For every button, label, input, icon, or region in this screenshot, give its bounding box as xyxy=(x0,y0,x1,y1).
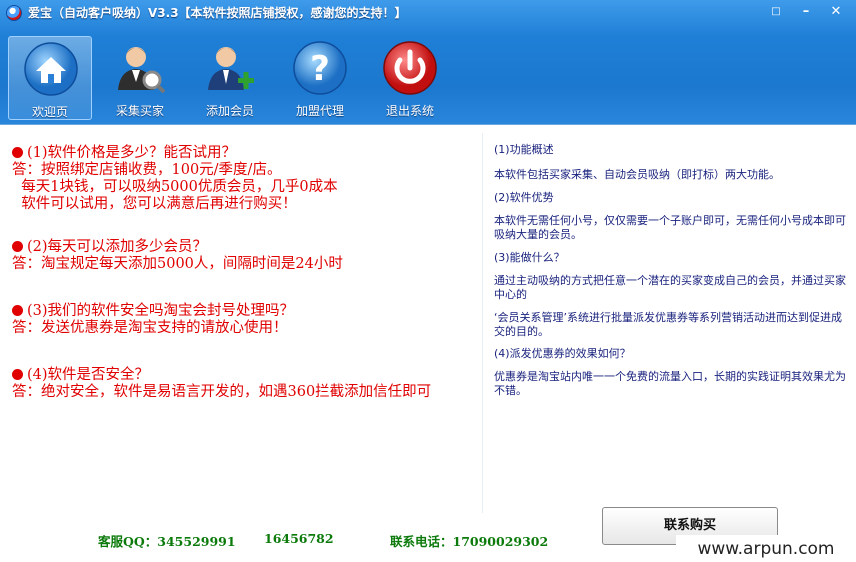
user-add-icon xyxy=(208,47,254,90)
close-button[interactable]: ✕ xyxy=(823,3,849,21)
info-heading: (4)派发优惠券的效果如何？ xyxy=(494,347,631,360)
toolbar-label: 添加会员 xyxy=(205,104,254,118)
bullet-icon xyxy=(12,305,23,316)
app-logo-icon xyxy=(6,5,22,21)
window-title: 爱宝（自动客户吸纳）V3.3【本软件按照店铺授权，感谢您的支持！】 xyxy=(28,6,407,20)
info-advantages: (2)软件优势 本软件无需任何小号，仅仅需要一个子账户即可，无需任何小号成本即可… xyxy=(494,191,850,242)
toolbar-label: 采集买家 xyxy=(115,104,164,118)
info-heading: (1)功能概述 xyxy=(494,143,554,156)
question-icon: ? xyxy=(293,41,347,95)
toolbar-label: 欢迎页 xyxy=(31,105,68,119)
qq-contact: 客服QQ：345529991 xyxy=(98,531,236,550)
faq-question: (4)软件是否安全？ xyxy=(27,367,150,383)
faq-item-daily-limit: (2)每天可以添加多少会员？ 答：淘宝规定每天添加5000人，间隔时间是24小时 xyxy=(12,239,482,273)
info-heading: (3)能做什么？ xyxy=(494,251,565,264)
qq-label: 客服QQ： xyxy=(98,534,158,549)
faq-item-software-safety: (4)软件是否安全？ 答：绝对安全，软件是易语言开发的，如遇360拦截添加信任即… xyxy=(12,367,482,401)
bullet-icon xyxy=(12,241,23,252)
qq-number-2: 16456782 xyxy=(264,531,334,546)
faq-item-price: (1)软件价格是多少？能否试用？ 答：按照绑定店铺收费，100元/季度/店。 每… xyxy=(12,145,482,213)
info-overview: (1)功能概述 本软件包括买家采集、自动会员吸纳（即打标）两大功能。 xyxy=(494,143,850,182)
bullet-icon xyxy=(12,147,23,158)
faq-answer: 每天1块钱，可以吸纳5000优质会员，几乎0成本 xyxy=(12,179,338,195)
info-coupon-effect: (4)派发优惠券的效果如何？ 优惠券是淘宝站内唯一一个免费的流量入口，长期的实践… xyxy=(494,347,850,398)
watermark: www.arpun.com xyxy=(676,535,856,562)
faq-item-account-safety: (3)我们的软件安全吗淘宝会封号处理吗？ 答：发送优惠券是淘宝支持的请放心使用！ xyxy=(12,303,482,337)
toolbar-join-agent[interactable]: ? 加盟代理 xyxy=(278,36,362,120)
toolbar-welcome[interactable]: 欢迎页 xyxy=(8,36,92,120)
info-capabilities: (3)能做什么？ 通过主动吸纳的方式把任意一个潜在的买家变成自己的会员，并通过买… xyxy=(494,251,850,302)
info-text: 本软件无需任何小号，仅仅需要一个子账户即可，无需任何小号成本即可吸纳大量的会员。 xyxy=(494,214,846,241)
faq-question: (1)软件价格是多少？能否试用？ xyxy=(27,145,237,161)
faq-answer: 答：按照绑定店铺收费，100元/季度/店。 xyxy=(12,162,282,178)
faq-question: (3)我们的软件安全吗淘宝会封号处理吗？ xyxy=(27,303,295,319)
svg-text:?: ? xyxy=(310,49,330,89)
toolbar-label: 加盟代理 xyxy=(295,104,344,118)
toolbar-collect-buyers[interactable]: 采集买家 xyxy=(98,36,182,120)
title-bar: 爱宝（自动客户吸纳）V3.3【本软件按照店铺授权，感谢您的支持！】 □ – ✕ xyxy=(0,0,856,26)
phone-number: 17090029302 xyxy=(452,534,549,549)
toolbar-exit[interactable]: 退出系统 xyxy=(368,36,452,120)
phone-label: 联系电话： xyxy=(390,534,453,549)
info-heading: (2)软件优势 xyxy=(494,191,554,204)
info-crm: ‘会员关系管理’系统进行批量派发优惠券等系列营销活动进而达到促进成交的目的。 xyxy=(494,311,850,339)
info-text: ‘会员关系管理’系统进行批量派发优惠券等系列营销活动进而达到促进成交的目的。 xyxy=(494,311,842,338)
faq-answer: 答：绝对安全，软件是易语言开发的，如遇360拦截添加信任即可 xyxy=(12,384,432,400)
qq-number-1: 345529991 xyxy=(157,534,236,549)
faq-answer: 软件可以试用，您可以满意后再进行购买！ xyxy=(12,196,297,212)
divider xyxy=(482,133,483,513)
house-icon xyxy=(24,42,78,96)
info-text: 通过主动吸纳的方式把任意一个潜在的买家变成自己的会员，并通过买家中心的 xyxy=(494,274,846,301)
toolbar-label: 退出系统 xyxy=(385,104,434,118)
info-text: 优惠券是淘宝站内唯一一个免费的流量入口，长期的实践证明其效果尤为不错。 xyxy=(494,370,846,397)
main-panel: (1)软件价格是多少？能否试用？ 答：按照绑定店铺收费，100元/季度/店。 每… xyxy=(0,124,856,562)
user-search-icon xyxy=(118,47,166,94)
faq-answer: 答：淘宝规定每天添加5000人，间隔时间是24小时 xyxy=(12,256,343,272)
power-icon xyxy=(383,41,437,95)
phone-contact: 联系电话：17090029302 xyxy=(390,531,548,550)
toolbar-add-member[interactable]: 添加会员 xyxy=(188,36,272,120)
faq-question: (2)每天可以添加多少会员？ xyxy=(27,239,208,255)
bullet-icon xyxy=(12,369,23,380)
menu-button[interactable]: □ xyxy=(763,3,789,21)
header-area: 爱宝（自动客户吸纳）V3.3【本软件按照店铺授权，感谢您的支持！】 □ – ✕ … xyxy=(0,0,856,124)
info-text: 本软件包括买家采集、自动会员吸纳（即打标）两大功能。 xyxy=(494,168,780,181)
faq-answer: 答：发送优惠券是淘宝支持的请放心使用！ xyxy=(12,320,288,336)
minimize-button[interactable]: – xyxy=(793,3,819,21)
